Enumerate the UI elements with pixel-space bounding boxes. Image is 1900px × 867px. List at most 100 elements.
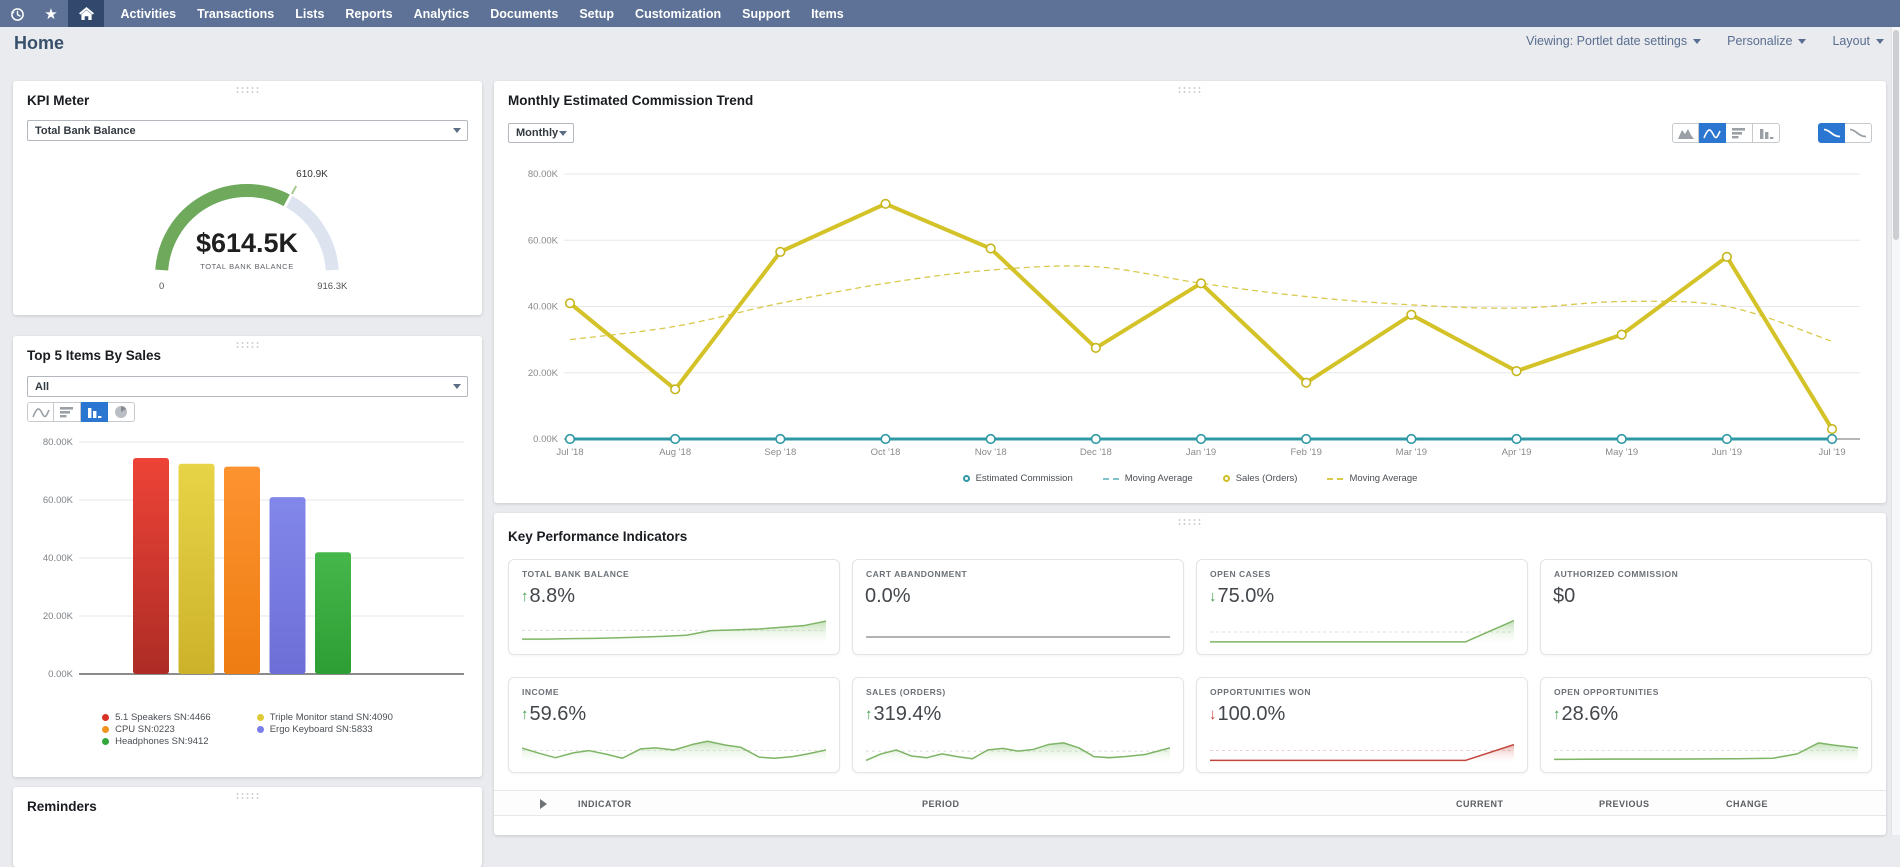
data-point-Sales (Orders)[interactable] [776, 248, 785, 257]
viewing-dropdown[interactable]: Viewing: Portlet date settings [1526, 34, 1701, 48]
home-icon[interactable] [68, 0, 104, 27]
bar-CPU SN:0223[interactable] [224, 467, 260, 674]
trend-chart-type-area-button[interactable] [1672, 123, 1699, 143]
legend-item[interactable]: Moving Average [1103, 473, 1193, 484]
kpi-tile-open-opportunities[interactable]: OPEN OPPORTUNITIES↑28.6% [1540, 677, 1872, 773]
data-point-Estimated Commission[interactable] [1407, 435, 1416, 444]
portlet-drag-handle[interactable] [1177, 86, 1203, 93]
data-point-Sales (Orders)[interactable] [1828, 425, 1837, 434]
kpi-tile-value: ↑8.8% [521, 585, 575, 608]
scrollbar-thumb[interactable] [1893, 30, 1899, 240]
legend-item[interactable]: Estimated Commission [963, 473, 1073, 484]
nav-item-analytics[interactable]: Analytics [403, 0, 480, 27]
data-point-Estimated Commission[interactable] [1723, 435, 1732, 444]
svg-text:May '19: May '19 [1605, 447, 1638, 458]
table-header-indicator[interactable]: INDICATOR [578, 799, 632, 809]
data-point-Estimated Commission[interactable] [1092, 435, 1101, 444]
legend-item[interactable]: Ergo Keyboard SN:5833 [257, 724, 393, 735]
portlet-drag-handle[interactable] [235, 86, 261, 93]
portlet-drag-handle[interactable] [1177, 518, 1203, 525]
nav-item-activities[interactable]: Activities [110, 0, 187, 27]
trend-chart-type-vbar-button[interactable] [1753, 123, 1780, 143]
kpi-tile-authorized-commission[interactable]: AUTHORIZED COMMISSION$0 [1540, 559, 1872, 655]
trend-period-select[interactable]: Monthly [508, 123, 574, 143]
legend-item[interactable]: Headphones SN:9412 [102, 736, 211, 747]
bar-Headphones SN:9412[interactable] [315, 552, 351, 674]
bar-Triple Monitor stand SN:4090[interactable] [179, 464, 215, 674]
legend-item[interactable]: Triple Monitor stand SN:4090 [257, 712, 393, 723]
data-point-Sales (Orders)[interactable] [1302, 378, 1311, 387]
data-point-Sales (Orders)[interactable] [566, 299, 575, 308]
data-point-Estimated Commission[interactable] [986, 435, 995, 444]
table-header-previous[interactable]: PREVIOUS [1599, 799, 1650, 809]
data-point-Estimated Commission[interactable] [881, 435, 890, 444]
legend-item[interactable]: 5.1 Speakers SN:4466 [102, 712, 211, 723]
trend-chart-type-line-button[interactable] [1699, 123, 1726, 143]
nav-item-support[interactable]: Support [732, 0, 801, 27]
table-header-change[interactable]: CHANGE [1726, 799, 1768, 809]
legend-dot-icon [102, 738, 109, 745]
vertical-scrollbar[interactable] [1891, 27, 1900, 835]
top5-chart-type-hbar-button[interactable] [54, 402, 81, 422]
kpi-tile-open-cases[interactable]: OPEN CASES↓75.0% [1196, 559, 1528, 655]
data-point-Estimated Commission[interactable] [1512, 435, 1521, 444]
data-point-Estimated Commission[interactable] [1302, 435, 1311, 444]
nav-item-transactions[interactable]: Transactions [187, 0, 285, 27]
nav-item-customization[interactable]: Customization [625, 0, 732, 27]
top5-chart-type-pie-button[interactable] [108, 402, 135, 422]
data-point-Estimated Commission[interactable] [1197, 435, 1206, 444]
personalize-dropdown[interactable]: Personalize [1727, 34, 1806, 48]
kpi-tile-label: CART ABANDONMENT [866, 569, 967, 579]
trend-smooth-off-button[interactable] [1845, 123, 1872, 143]
kpi-tile-cart-abandonment[interactable]: CART ABANDONMENT0.0% [852, 559, 1184, 655]
kpi-meter-select[interactable]: Total Bank Balance [27, 120, 468, 141]
top5-chart-type-line-button[interactable] [27, 402, 54, 422]
data-point-Estimated Commission[interactable] [776, 435, 785, 444]
legend-item[interactable]: Moving Average [1327, 473, 1417, 484]
legend-item[interactable]: CPU SN:0223 [102, 724, 211, 735]
legend-dash-icon [1327, 478, 1343, 480]
data-point-Estimated Commission[interactable] [566, 435, 575, 444]
nav-item-items[interactable]: Items [801, 0, 855, 27]
data-point-Sales (Orders)[interactable] [1407, 310, 1416, 319]
nav-item-documents[interactable]: Documents [480, 0, 569, 27]
data-point-Sales (Orders)[interactable] [1512, 367, 1521, 376]
kpi-tile-total-bank-balance[interactable]: TOTAL BANK BALANCE↑8.8% [508, 559, 840, 655]
trend-chart-type-hbar-button[interactable] [1726, 123, 1753, 143]
kpi-tile-number: $0 [1553, 585, 1575, 608]
legend-label: Sales (Orders) [1236, 473, 1298, 484]
layout-dropdown[interactable]: Layout [1832, 34, 1884, 48]
data-point-Sales (Orders)[interactable] [881, 200, 890, 209]
kpi-tile-opportunities-won[interactable]: OPPORTUNITIES WON↓100.0% [1196, 677, 1528, 773]
data-point-Estimated Commission[interactable] [1617, 435, 1626, 444]
recent-history-icon[interactable] [0, 0, 34, 27]
data-point-Sales (Orders)[interactable] [1092, 344, 1101, 353]
nav-item-reports[interactable]: Reports [335, 0, 403, 27]
legend-label: Headphones SN:9412 [115, 736, 209, 747]
expand-row-icon[interactable] [540, 799, 547, 809]
nav-item-lists[interactable]: Lists [285, 0, 335, 27]
kpi-tile-sales-orders-[interactable]: SALES (ORDERS)↑319.4% [852, 677, 1184, 773]
shortcuts-star-icon[interactable]: ★ [34, 0, 68, 27]
data-point-Sales (Orders)[interactable] [1617, 330, 1626, 339]
bar-Ergo Keyboard SN:5833[interactable] [270, 497, 306, 674]
trend-smooth-toolbar [1818, 123, 1872, 143]
top5-filter-select[interactable]: All [27, 376, 468, 397]
data-point-Sales (Orders)[interactable] [671, 385, 680, 394]
table-header-period[interactable]: PERIOD [922, 799, 960, 809]
nav-item-setup[interactable]: Setup [569, 0, 625, 27]
portlet-drag-handle[interactable] [235, 341, 261, 348]
portlet-drag-handle[interactable] [235, 792, 261, 799]
top5-chart-type-vbar-button[interactable] [81, 402, 108, 422]
bar-5.1 Speakers SN:4466[interactable] [133, 458, 169, 674]
data-point-Sales (Orders)[interactable] [986, 244, 995, 253]
data-point-Sales (Orders)[interactable] [1723, 253, 1732, 262]
table-header-current[interactable]: CURRENT [1456, 799, 1504, 809]
data-point-Estimated Commission[interactable] [1828, 435, 1837, 444]
kpi-tile-income[interactable]: INCOME↑59.6% [508, 677, 840, 773]
legend-item[interactable]: Sales (Orders) [1223, 473, 1298, 484]
legend-label: Ergo Keyboard SN:5833 [270, 724, 373, 735]
data-point-Sales (Orders)[interactable] [1197, 279, 1206, 288]
trend-smooth-on-button[interactable] [1818, 123, 1845, 143]
data-point-Estimated Commission[interactable] [671, 435, 680, 444]
